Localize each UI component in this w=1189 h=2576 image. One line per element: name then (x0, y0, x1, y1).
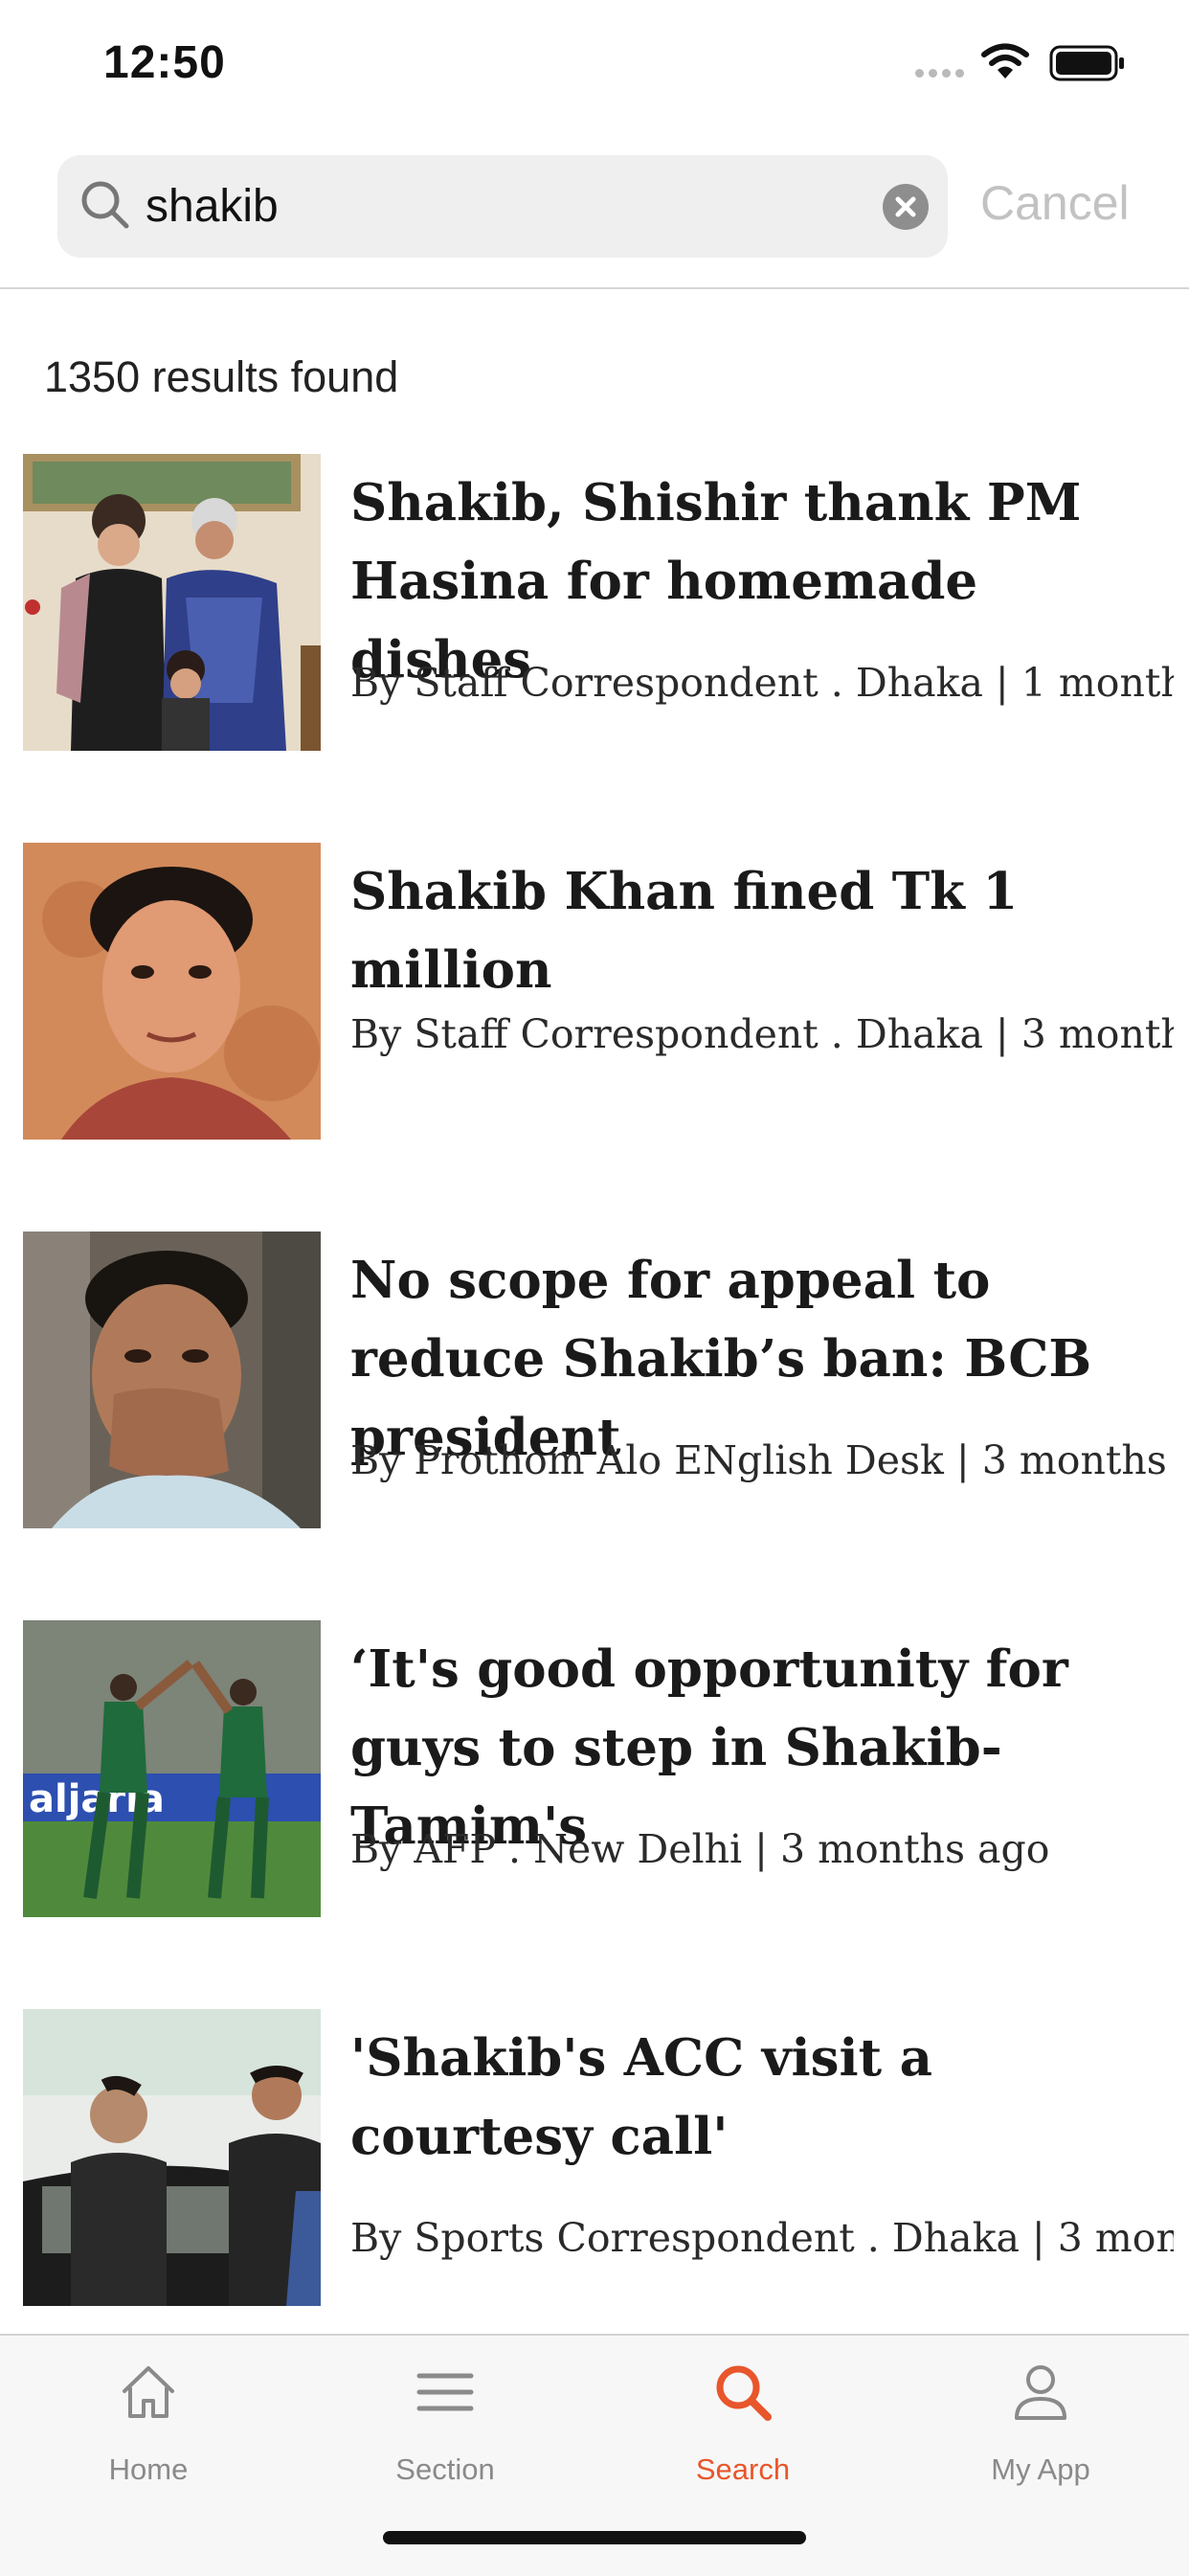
list-item[interactable]: Shakib, Shishir thank PM Hasina for home… (0, 454, 1189, 751)
status-time: 12:50 (103, 37, 226, 88)
article-byline: By Staff Correspondent . Dhaka | 3 month (350, 1011, 1174, 1057)
article-thumbnail: aljaria (23, 1620, 321, 1917)
results-count: 1350 results found (44, 352, 399, 401)
cellular-signal-icon (915, 69, 964, 78)
menu-icon (416, 2373, 474, 2411)
article-headline: 'Shakib's ACC visit a courtesy call' (350, 2028, 932, 2166)
search-icon (81, 181, 129, 229)
article-byline: By Prothom Alo ENglish Desk | 3 months (350, 1437, 1167, 1483)
article-headline: Shakib Khan fined Tk 1 million (350, 862, 1019, 1000)
tab-label: Section (395, 2452, 495, 2486)
tab-search[interactable]: Search (594, 2336, 891, 2498)
tab-my-app[interactable]: My App (892, 2336, 1189, 2498)
search-bar (57, 155, 948, 258)
list-item[interactable]: No scope for appeal to reduce Shakib’s b… (0, 1232, 1189, 1528)
article-byline: By Staff Correspondent . Dhaka | 1 month (350, 660, 1174, 706)
cancel-button[interactable]: Cancel (980, 175, 1130, 231)
divider (0, 287, 1189, 289)
tab-label: My App (991, 2452, 1090, 2486)
battery-icon (1049, 45, 1124, 81)
article-thumbnail (23, 843, 321, 1140)
list-item[interactable]: Shakib Khan fined Tk 1 million By Staff … (0, 843, 1189, 1140)
home-icon (123, 2366, 174, 2418)
tab-home[interactable]: Home (0, 2336, 297, 2498)
article-byline: By Sports Correspondent . Dhaka | 3 mont (350, 2215, 1174, 2261)
user-icon (1015, 2365, 1066, 2420)
tab-label: Search (695, 2452, 791, 2486)
home-indicator[interactable] (383, 2531, 806, 2544)
article-thumbnail (23, 2009, 321, 2306)
status-bar: 12:50 (0, 0, 1189, 134)
clear-icon[interactable] (883, 184, 929, 230)
list-item[interactable]: aljaria ‘It's good opportunity for guys … (0, 1620, 1189, 1917)
tab-section[interactable]: Section (297, 2336, 594, 2498)
article-thumbnail (23, 454, 321, 751)
search-icon (716, 2365, 772, 2421)
article-thumbnail (23, 1232, 321, 1528)
wifi-icon (981, 43, 1029, 79)
list-item[interactable]: 'Shakib's ACC visit a courtesy call' By … (0, 2009, 1189, 2306)
article-byline: By AFP . New Delhi | 3 months ago (350, 1826, 1050, 1872)
tab-label: Home (108, 2452, 189, 2486)
search-input[interactable] (146, 155, 873, 258)
